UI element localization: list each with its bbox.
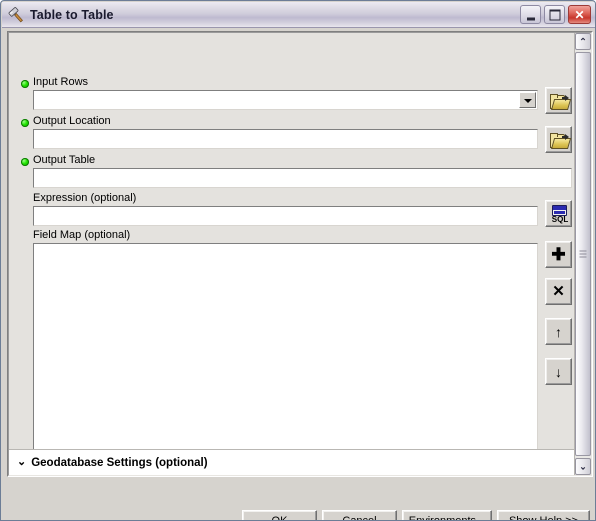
parameters-panel-inner: Input Rows Output Location Output Table … — [8, 32, 592, 476]
output-location-field[interactable] — [33, 129, 538, 149]
sql-button-label: SQL — [551, 215, 569, 224]
sql-icon: SQL — [551, 205, 569, 224]
chevron-double-down-icon: ⌄ — [17, 456, 27, 468]
vertical-scrollbar[interactable]: ⌃ ⌄ — [574, 33, 591, 475]
output-table-field[interactable] — [33, 168, 572, 188]
minimize-icon — [526, 17, 535, 20]
parameters-panel: Input Rows Output Location Output Table … — [7, 31, 593, 477]
required-indicator-output-location — [21, 119, 29, 127]
plus-icon: ✚ — [551, 245, 566, 264]
expression-sql-button[interactable]: SQL — [545, 200, 572, 227]
move-up-button[interactable]: ↑ — [545, 318, 572, 345]
scrollbar-grip-icon — [579, 250, 587, 258]
show-help-button[interactable]: Show Help >> — [497, 510, 590, 520]
window-title: Table to Table — [30, 7, 114, 22]
geodatabase-settings-expander[interactable]: ⌄ Geodatabase Settings (optional) — [9, 449, 575, 475]
scrollbar-thumb[interactable] — [575, 52, 591, 456]
label-expression: Expression (optional) — [33, 192, 137, 204]
arrow-down-icon: ↓ — [555, 363, 562, 380]
parameter-form: Input Rows Output Location Output Table … — [9, 33, 575, 475]
label-input-rows: Input Rows — [33, 76, 89, 88]
maximize-icon — [549, 9, 560, 20]
required-indicator-output-table — [21, 158, 29, 166]
chevron-down-icon: ⌄ — [579, 461, 587, 471]
field-map-listbox[interactable] — [33, 243, 538, 475]
cancel-button[interactable]: Cancel — [322, 510, 397, 520]
scroll-down-button[interactable]: ⌄ — [575, 458, 591, 475]
add-field-button[interactable]: ✚ — [545, 241, 572, 268]
arrow-up-icon: ↑ — [555, 323, 562, 340]
environments-button[interactable]: Environments... — [402, 510, 492, 520]
expression-field[interactable] — [33, 206, 538, 226]
title-bar[interactable]: Table to Table ✕ — [2, 2, 595, 28]
minimize-button[interactable] — [520, 5, 541, 24]
window-controls: ✕ — [520, 5, 591, 24]
dialog-button-bar: OK Cancel Environments... Show Help >> — [2, 480, 595, 520]
close-icon: ✕ — [574, 7, 585, 22]
folder-open-icon — [550, 133, 572, 149]
script-tool-hammer-icon — [8, 6, 26, 24]
maximize-button[interactable] — [544, 5, 565, 24]
geodatabase-settings-label: Geodatabase Settings (optional) — [31, 456, 208, 469]
chevron-up-icon: ⌃ — [579, 36, 587, 46]
scroll-up-button[interactable]: ⌃ — [575, 33, 591, 50]
input-rows-browse-button[interactable] — [545, 87, 572, 114]
label-field-map: Field Map (optional) — [33, 229, 131, 241]
ok-button[interactable]: OK — [242, 510, 317, 520]
input-rows-dropdown-arrow[interactable] — [519, 92, 536, 108]
delete-field-button[interactable]: ✕ — [545, 278, 572, 305]
close-x-icon: ✕ — [552, 283, 565, 300]
move-down-button[interactable]: ↓ — [545, 358, 572, 385]
folder-open-icon — [550, 94, 572, 110]
output-location-browse-button[interactable] — [545, 126, 572, 153]
label-output-location: Output Location — [33, 115, 111, 127]
label-output-table: Output Table — [33, 154, 96, 166]
dialog-client-area: Input Rows Output Location Output Table … — [2, 28, 595, 520]
close-button[interactable]: ✕ — [568, 5, 591, 24]
input-rows-field[interactable] — [33, 90, 538, 110]
table-to-table-dialog: Table to Table ✕ Input Rows Output Locat… — [0, 0, 596, 521]
required-indicator-input-rows — [21, 80, 29, 88]
